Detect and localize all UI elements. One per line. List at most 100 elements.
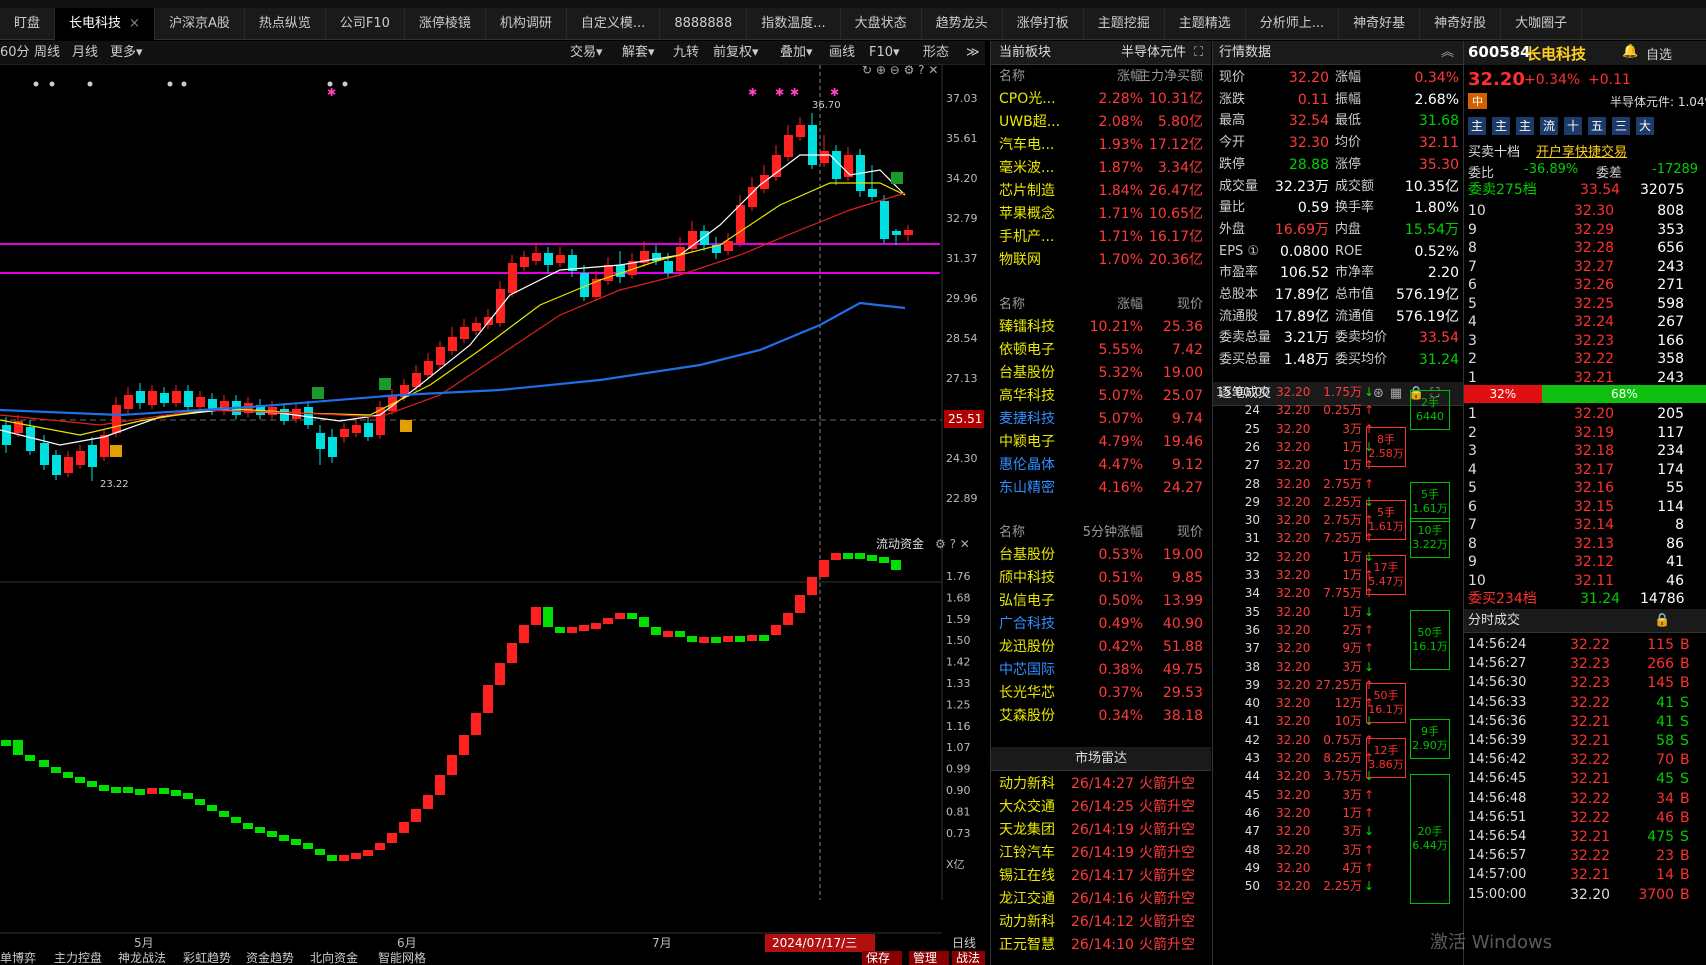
toolbar-btn-right-7[interactable]: 形态	[923, 41, 949, 65]
toolbar-btn-right-0[interactable]: 交易▾	[570, 41, 603, 65]
tab-0[interactable]: 盯盘	[0, 7, 56, 40]
tab-11[interactable]: 趋势龙头	[922, 7, 1003, 40]
trade-link[interactable]: 开户享快捷交易	[1536, 141, 1627, 160]
sector-row[interactable]: CPO光... 2.28% 10.31亿	[991, 88, 1211, 111]
tab-3[interactable]: 热点纵览	[245, 7, 326, 40]
toolbar-btn-right-3[interactable]: 前复权▾	[713, 41, 759, 65]
toolbar-btn-right-6[interactable]: F10▾	[869, 41, 900, 65]
bids-row[interactable]: 5 32.16 55	[1464, 478, 1706, 497]
tab-4[interactable]: 公司F10	[326, 7, 405, 40]
lock-icon[interactable]: 🔒	[1654, 609, 1670, 633]
collapse-icon[interactable]: ︽	[1441, 41, 1454, 65]
tab-12[interactable]: 涨停打板	[1003, 7, 1084, 40]
asks-row[interactable]: 6 32.26 271	[1464, 275, 1706, 294]
tab-2[interactable]: 沪深京A股	[155, 7, 245, 40]
tab-14[interactable]: 主题精选	[1165, 7, 1246, 40]
toolbar-btn-right-4[interactable]: 叠加▾	[780, 41, 813, 65]
bids-row[interactable]: 1 32.20 205	[1464, 404, 1706, 423]
fivemin-header-cell[interactable]: 名称	[999, 521, 1025, 544]
sector-row[interactable]: UWB超... 2.08% 5.80亿	[991, 111, 1211, 134]
asks-row[interactable]: 8 32.28 656	[1464, 238, 1706, 257]
radar-row[interactable]: 天龙集团 26/14:19 火箭升空	[991, 819, 1211, 842]
sector-header-cell[interactable]: 主力净买额	[1123, 65, 1203, 88]
toolbar-btn-left-2[interactable]: 月线	[72, 41, 98, 65]
tab-13[interactable]: 主题挖掘	[1084, 7, 1165, 40]
quick-tool-icon[interactable]: 大	[1636, 117, 1654, 135]
quick-tool-icon[interactable]: 流	[1540, 117, 1558, 135]
toolbar-btn-right-8[interactable]: ≫	[966, 41, 980, 65]
sector-row[interactable]: 汽车电... 1.93% 17.12亿	[991, 134, 1211, 157]
fivemin-header-cell[interactable]: 现价	[1123, 521, 1203, 544]
bids-row[interactable]: 7 32.14 8	[1464, 515, 1706, 534]
sector-row[interactable]: 物联网 1.70% 20.36亿	[991, 249, 1211, 272]
tab-15[interactable]: 分析师上...	[1246, 7, 1340, 40]
peers-row[interactable]: 臻镭科技 10.21% 25.36	[991, 316, 1211, 339]
sector-header-cell[interactable]: 名称	[999, 65, 1025, 88]
quick-tool-icon[interactable]: 五	[1588, 117, 1606, 135]
bids-row[interactable]: 3 32.18 234	[1464, 441, 1706, 460]
peers-row[interactable]: 麦捷科技 5.07% 9.74	[991, 408, 1211, 431]
asks-row[interactable]: 9 32.29 353	[1464, 220, 1706, 239]
tab-6[interactable]: 机构调研	[486, 7, 567, 40]
radar-row[interactable]: 正元智慧 26/14:10 火箭升空	[991, 934, 1211, 957]
bids-row[interactable]: 6 32.15 114	[1464, 497, 1706, 516]
asks-row[interactable]: 1 32.21 243	[1464, 368, 1706, 387]
fivemin-row[interactable]: 弘信电子 0.50% 13.99	[991, 590, 1211, 613]
asks-row[interactable]: 7 32.27 243	[1464, 257, 1706, 276]
toolbar-btn-right-2[interactable]: 九转	[673, 41, 699, 65]
sector-row[interactable]: 芯片制造 1.84% 26.47亿	[991, 180, 1211, 203]
fivemin-row[interactable]: 龙迅股份 0.42% 51.88	[991, 636, 1211, 659]
quick-tool-icon[interactable]: 三	[1612, 117, 1630, 135]
radar-row[interactable]: 龙江交通 26/14:16 火箭升空	[991, 888, 1211, 911]
tab-16[interactable]: 神奇好基	[1339, 7, 1421, 40]
expand-icon[interactable]: ⛶	[1194, 41, 1203, 65]
toolbar-btn-right-1[interactable]: 解套▾	[622, 41, 655, 65]
stock-sector[interactable]: 半导体元件: 1.04%	[1610, 93, 1706, 110]
close-icon[interactable]: ×	[129, 16, 140, 31]
tab-18[interactable]: 大咖圈子	[1501, 7, 1583, 40]
fivemin-row[interactable]: 颀中科技 0.51% 9.85	[991, 567, 1211, 590]
toolbar-btn-right-5[interactable]: 画线	[829, 41, 855, 65]
tab-5[interactable]: 涨停棱镜	[405, 7, 486, 40]
fivemin-row[interactable]: 广合科技 0.49% 40.90	[991, 613, 1211, 636]
radar-row[interactable]: 动力新科 26/14:27 火箭升空	[991, 773, 1211, 796]
peers-header-cell[interactable]: 现价	[1123, 293, 1203, 316]
asks-row[interactable]: 10 32.30 808	[1464, 201, 1706, 220]
bids-row[interactable]: 9 32.12 41	[1464, 552, 1706, 571]
radar-row[interactable]: 锡江在线 26/14:17 火箭升空	[991, 865, 1211, 888]
quick-tool-icon[interactable]: 主	[1468, 117, 1486, 135]
sector-row[interactable]: 手机产... 1.71% 16.17亿	[991, 226, 1211, 249]
sector-subtitle[interactable]: 半导体元件	[1121, 41, 1186, 65]
asks-row[interactable]: 3 32.23 166	[1464, 331, 1706, 350]
toolbar-btn-left-3[interactable]: 更多▾	[110, 41, 143, 65]
fivemin-row[interactable]: 中芯国际 0.38% 49.75	[991, 659, 1211, 682]
quick-tool-icon[interactable]: 十	[1564, 117, 1582, 135]
sector-row[interactable]: 苹果概念 1.71% 10.65亿	[991, 203, 1211, 226]
tab-17[interactable]: 神奇好股	[1420, 7, 1502, 40]
quick-tool-icon[interactable]: 主	[1516, 117, 1534, 135]
bids-row[interactable]: 2 32.19 117	[1464, 423, 1706, 442]
toolbar-btn-left-1[interactable]: 周线	[34, 41, 60, 65]
asks-row[interactable]: 2 32.22 358	[1464, 349, 1706, 368]
toolbar-btn-left-0[interactable]: 60分	[0, 41, 30, 65]
sector-row[interactable]: 毫米波... 1.87% 3.34亿	[991, 157, 1211, 180]
quick-tool-icon[interactable]: 主	[1492, 117, 1510, 135]
peers-row[interactable]: 惠伦晶体 4.47% 9.12	[991, 454, 1211, 477]
tab-1[interactable]: 长电科技 ×	[55, 7, 155, 40]
peers-row[interactable]: 中颖电子 4.79% 19.46	[991, 431, 1211, 454]
fivemin-row[interactable]: 台基股份 0.53% 19.00	[991, 544, 1211, 567]
fivemin-row[interactable]: 长光华芯 0.37% 29.53	[991, 682, 1211, 705]
peers-row[interactable]: 高华科技 5.07% 25.07	[991, 385, 1211, 408]
fivemin-row[interactable]: 艾森股份 0.34% 38.18	[991, 705, 1211, 728]
kline-chart[interactable]: 37.03 35.61 34.20 32.79 31.37 29.96 28.54 27.13…	[0, 65, 985, 965]
bell-icon[interactable]: 🔔	[1622, 44, 1638, 59]
tab-9[interactable]: 指数温度...	[747, 7, 841, 40]
peers-row[interactable]: 东山精密 4.16% 24.27	[991, 477, 1211, 500]
asks-row[interactable]: 4 32.24 267	[1464, 312, 1706, 331]
watchlist-button[interactable]: 自选	[1646, 44, 1672, 63]
bids-row[interactable]: 4 32.17 174	[1464, 460, 1706, 479]
peers-row[interactable]: 依顿电子 5.55% 7.42	[991, 339, 1211, 362]
radar-row[interactable]: 动力新科 26/14:12 火箭升空	[991, 911, 1211, 934]
asks-row[interactable]: 5 32.25 598	[1464, 294, 1706, 313]
radar-row[interactable]: 大众交通 26/14:25 火箭升空	[991, 796, 1211, 819]
